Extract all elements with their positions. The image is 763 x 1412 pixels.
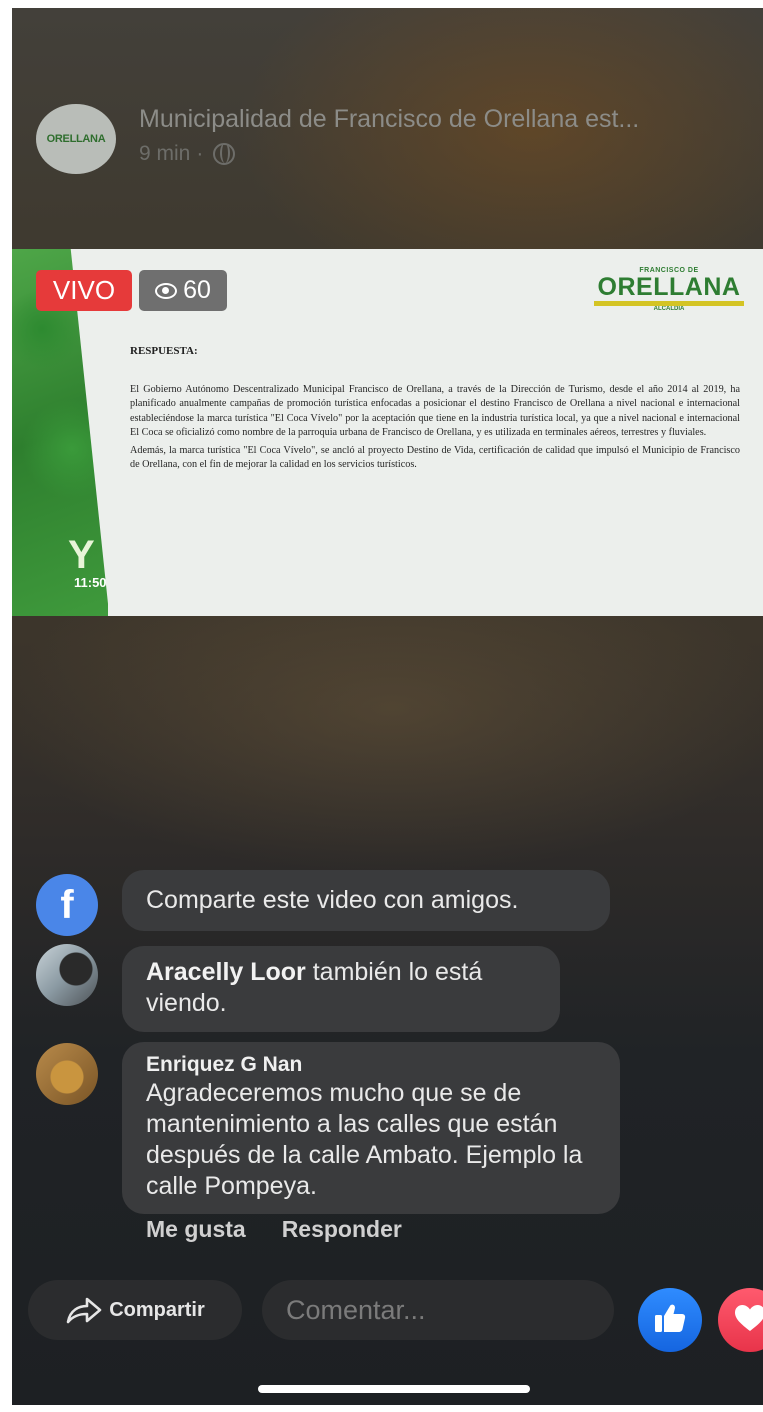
- viewer-notice-bubble: Aracelly Loor también lo está viendo.: [122, 946, 560, 1032]
- live-badge: VIVO: [36, 270, 132, 311]
- orellana-brand-logo: FRANCISCO DE ORELLANA ALCALDÍA: [594, 267, 744, 312]
- heart-icon: [733, 1303, 763, 1338]
- share-button[interactable]: Compartir: [28, 1280, 242, 1340]
- facebook-logo-letter: f: [60, 882, 74, 927]
- commenter-avatar[interactable]: [36, 1043, 98, 1105]
- comment-actions: Me gusta Responder: [146, 1216, 402, 1243]
- like-reaction-button[interactable]: [638, 1288, 702, 1352]
- facebook-icon: f: [36, 874, 98, 936]
- post-meta: 9 min ·: [139, 142, 236, 166]
- document-paragraph: Además, la marca turística "El Coca Víve…: [130, 445, 740, 471]
- brand-main-text: ORELLANA: [597, 273, 741, 301]
- page-avatar-logo: ORELLANA: [46, 133, 106, 145]
- comment-input[interactable]: Comentar...: [262, 1280, 614, 1340]
- comment-placeholder: Comentar...: [286, 1294, 426, 1325]
- viewer-name[interactable]: Aracelly Loor: [146, 958, 306, 986]
- channel-logo: Y: [68, 533, 95, 577]
- viewer-avatar[interactable]: [36, 944, 98, 1006]
- brand-sub-text: ALCALDÍA: [653, 306, 685, 312]
- love-reaction-button[interactable]: [718, 1288, 763, 1352]
- comment-text: Agradeceremos mucho que se de mantenimie…: [146, 1079, 583, 1200]
- page-name[interactable]: Municipalidad de Francisco de Orellana e…: [139, 105, 749, 134]
- share-arrow-icon: [65, 1295, 103, 1325]
- thumbs-up-icon: [652, 1301, 688, 1340]
- document-paragraph: El Gobierno Autónomo Descentralizado Mun…: [130, 384, 740, 438]
- viewer-count: 60: [183, 276, 211, 304]
- comment-bubble: Enriquez G Nan Agradeceremos mucho que s…: [122, 1042, 620, 1214]
- video-clock: 11:50: [74, 575, 107, 590]
- globe-icon: [213, 143, 236, 165]
- eye-icon: [155, 282, 178, 299]
- share-button-label: Compartir: [109, 1298, 205, 1321]
- share-prompt-bubble[interactable]: Comparte este video con amigos.: [122, 870, 610, 931]
- document-body: El Gobierno Autónomo Descentralizado Mun…: [130, 383, 740, 477]
- video-frame[interactable]: Y 11:50 VIVO 60 FRANCISCO DE ORELLANA AL…: [12, 249, 763, 616]
- viewer-count-badge: 60: [139, 270, 227, 311]
- post-time: 9 min: [139, 142, 191, 165]
- comment-author[interactable]: Enriquez G Nan: [146, 1052, 596, 1078]
- share-prompt-text: Comparte este video con amigos.: [146, 886, 519, 914]
- reply-comment-link[interactable]: Responder: [282, 1216, 402, 1243]
- document-heading: RESPUESTA:: [130, 345, 198, 357]
- home-indicator[interactable]: [258, 1385, 530, 1393]
- like-comment-link[interactable]: Me gusta: [146, 1216, 246, 1243]
- live-video-screen: ORELLANA Municipalidad de Francisco de O…: [12, 8, 763, 1405]
- brand-underline: [594, 301, 744, 306]
- meta-separator: ·: [196, 142, 204, 165]
- page-avatar[interactable]: ORELLANA: [36, 104, 116, 174]
